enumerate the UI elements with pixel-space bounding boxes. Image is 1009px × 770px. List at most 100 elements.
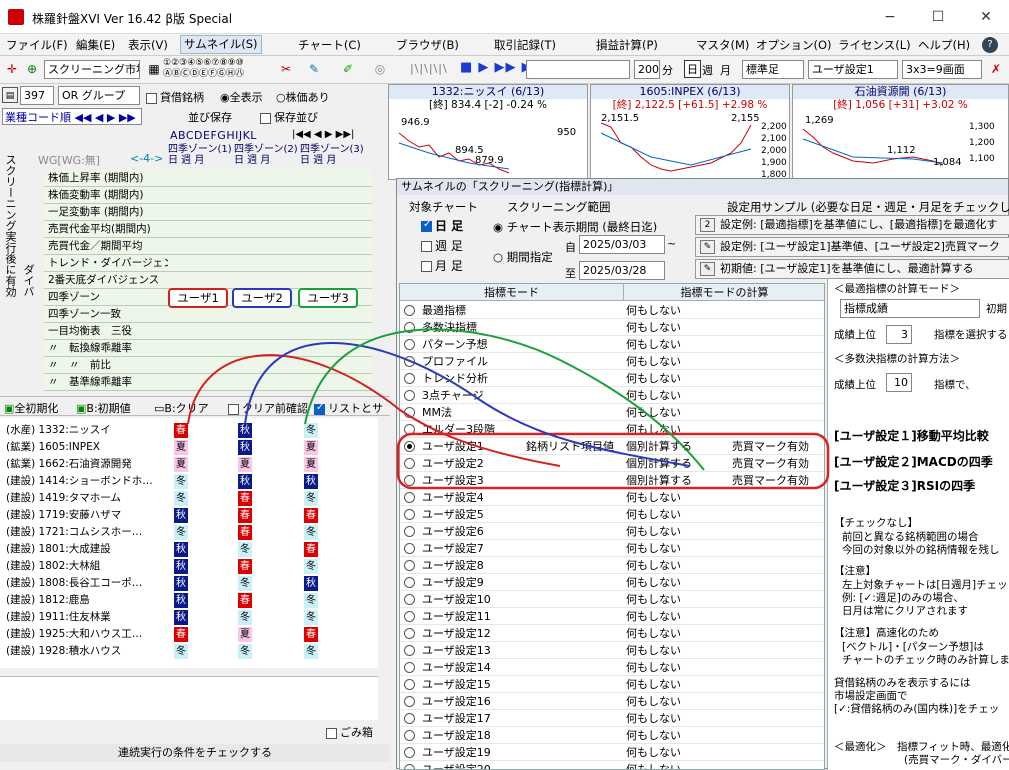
indicator-cells[interactable] xyxy=(168,374,372,391)
stock-row[interactable]: (建設) 1802:大林組 秋 春 冬 xyxy=(0,558,372,575)
menu-view[interactable]: 表示(V) xyxy=(128,37,168,53)
thumbnail-3[interactable]: 石油資源開 (6/13) [終] 1,056 [+31] +3.02 % 1,2… xyxy=(792,84,1009,180)
mode-radio[interactable] xyxy=(404,458,415,469)
user-setting-select[interactable]: ユーザ設定1 xyxy=(808,60,898,79)
indicator-cells[interactable] xyxy=(168,170,372,187)
close-button[interactable]: ✕ xyxy=(976,8,996,26)
mode-row[interactable]: ユーザ設定17 何もしない xyxy=(400,710,824,727)
chart-period-radio[interactable]: ◉ チャート表示期間 (最終日迄) xyxy=(493,219,657,235)
indicator-row[interactable]: 株価変動率 (期間内) xyxy=(44,187,168,204)
mode-radio[interactable] xyxy=(404,764,415,769)
mode-row[interactable]: 最適指標 何もしない xyxy=(400,302,824,319)
minimize-button[interactable]: − xyxy=(880,8,900,26)
mode-row[interactable]: ユーザ設定19 何もしない xyxy=(400,744,824,761)
stock-row[interactable]: (建設) 1419:タマホーム 冬 春 冬 xyxy=(0,490,372,507)
x-icon[interactable]: ✗ xyxy=(988,61,1004,77)
nav-arrows-icon[interactable]: |◀◀ ◀ ▶ ▶▶| xyxy=(292,129,354,140)
saved-sort-check[interactable]: 保存並び xyxy=(260,109,318,125)
week-check[interactable]: 週 足 xyxy=(421,237,463,254)
mode-radio[interactable] xyxy=(404,594,415,605)
stock-row[interactable]: (建設) 1414:ショーボンドホ… 冬 秋 秋 xyxy=(0,473,372,490)
mode-row[interactable]: ユーザ設定8 何もしない xyxy=(400,557,824,574)
stock-row[interactable]: (建設) 1801:大成建設 秋 冬 春 xyxy=(0,541,372,558)
mode-radio[interactable] xyxy=(404,747,415,758)
menu-browser[interactable]: ブラウザ(B) xyxy=(396,37,459,53)
mode-radio[interactable] xyxy=(404,475,415,486)
menu-option[interactable]: オプション(O) xyxy=(756,37,832,53)
crosshair-icon[interactable]: ✛ xyxy=(4,61,20,77)
indicator-cells[interactable] xyxy=(168,357,372,374)
mode-row[interactable]: ユーザ設定12 何もしない xyxy=(400,625,824,642)
mode-row[interactable]: トレンド分析 何もしない xyxy=(400,370,824,387)
indicator-row[interactable]: 株価上昇率 (期間内) xyxy=(44,170,168,187)
indicator-cells[interactable] xyxy=(168,272,372,289)
tool-icon[interactable]: ✂ xyxy=(278,61,294,77)
indicator-row[interactable]: 四季ゾーン一致 xyxy=(44,306,168,323)
trash-check[interactable]: ごみ箱 xyxy=(326,724,373,740)
mode-row[interactable]: プロファイル 何もしない xyxy=(400,353,824,370)
sort-select[interactable]: 業種コード順 ◀◀ ◀ ▶ ▶▶ xyxy=(2,108,142,125)
mode-row[interactable]: ユーザ設定6 何もしない xyxy=(400,523,824,540)
mode-radio[interactable] xyxy=(404,611,415,622)
mode-row[interactable]: ユーザ設定2 個別計算する 売買マーク有効 xyxy=(400,455,824,472)
indicator-row[interactable]: 〃 基準線乖離率 xyxy=(44,374,168,391)
menu-help[interactable]: ヘルプ(H) xyxy=(918,37,970,53)
indicator-cells[interactable] xyxy=(168,204,372,221)
day-button[interactable]: 日 xyxy=(684,60,701,78)
mode-row[interactable]: エルダー3段階 何もしない xyxy=(400,421,824,438)
user1-box[interactable]: ユーザ1 xyxy=(168,288,228,308)
menu-license[interactable]: ライセンス(L) xyxy=(838,37,911,53)
vote-rank-field[interactable]: 10 xyxy=(886,373,912,392)
stock-row[interactable]: (建設) 1925:大和ハウス工… 春 夏 春 xyxy=(0,626,372,643)
menu-chart[interactable]: チャート(C) xyxy=(298,37,361,53)
indicator-row[interactable]: 一目均衡表 三役 xyxy=(44,323,168,340)
alpha-buttons[interactable]: ABCDEFGHIJKL xyxy=(170,129,257,142)
memo-area[interactable] xyxy=(0,676,378,720)
brush-icon[interactable]: ✐ xyxy=(340,61,356,77)
mode-row[interactable]: ユーザ設定7 何もしない xyxy=(400,540,824,557)
mode-row[interactable]: ユーザ設定4 何もしない xyxy=(400,489,824,506)
mode-row[interactable]: ユーザ設定14 何もしない xyxy=(400,659,824,676)
stock-row[interactable]: (鉱業) 1605:INPEX 夏 秋 夏 xyxy=(0,439,372,456)
mode-row[interactable]: ユーザ設定1 銘柄リスト項目値 個別計算する 売買マーク有効 xyxy=(400,438,824,455)
maximize-button[interactable]: ☐ xyxy=(928,8,948,26)
mode-radio[interactable] xyxy=(404,322,415,333)
indicator-cells[interactable] xyxy=(168,238,372,255)
indicator-row[interactable]: 四季ゾーン xyxy=(44,289,168,306)
mode-radio[interactable] xyxy=(404,441,415,452)
thumbnail-2[interactable]: 1605:INPEX (6/13) [終] 2,122.5 [+61.5] +2… xyxy=(590,84,790,180)
stock-row[interactable]: (建設) 1928:積水ハウス 冬 冬 冬 xyxy=(0,643,372,660)
mode-radio[interactable] xyxy=(404,696,415,707)
user3-box[interactable]: ユーザ3 xyxy=(298,288,358,308)
week-button[interactable]: 週 xyxy=(702,62,713,78)
period-spec-radio[interactable]: ○ 期間指定 xyxy=(493,249,553,265)
paint-icon[interactable]: ✎ xyxy=(306,61,322,77)
indicator-row[interactable]: 売買代金平均(期間内) xyxy=(44,221,168,238)
day-check[interactable]: 日 足 xyxy=(421,217,463,234)
number-buttons[interactable]: ①②③④⑤⑥⑦⑧⑨⑩ xyxy=(163,58,244,68)
mode-row[interactable]: パターン予想 何もしない xyxy=(400,336,824,353)
mode-radio[interactable] xyxy=(404,713,415,724)
mode-row[interactable]: 多数決指標 何もしない xyxy=(400,319,824,336)
stock-row[interactable]: (建設) 1808:長谷工コーポ… 秋 冬 秋 xyxy=(0,575,372,592)
mode-radio[interactable] xyxy=(404,730,415,741)
sample1-button[interactable]: 2 設定例: [最適指標]を基準値にし、[最適指標]を最適化す xyxy=(695,215,1009,235)
month-button[interactable]: 月 xyxy=(720,62,731,78)
stock-row[interactable]: (鉱業) 1662:石油資源開発 夏 夏 夏 xyxy=(0,456,372,473)
stock-row[interactable]: (建設) 1812:鹿島 秋 春 冬 xyxy=(0,592,372,609)
letter-buttons[interactable]: ⒶⒷⒸⒹⒺⒻⒼⒽ㊇ xyxy=(163,69,244,79)
menu-pnl[interactable]: 損益計算(P) xyxy=(596,37,658,53)
indicator-row[interactable]: トレンド・ダイバージェンス xyxy=(44,255,168,272)
stock-row[interactable]: (水産) 1332:ニッスイ 春 秋 冬 xyxy=(0,422,372,439)
grid-icon[interactable]: ▦ xyxy=(146,61,162,77)
layout-select[interactable]: 3x3=9画面 xyxy=(902,60,982,79)
sample2-button[interactable]: ✎ 設定例: [ユーザ設定1]基準値、[ユーザ設定2]売買マーク xyxy=(695,237,1009,257)
step-back-icon[interactable]: |\|\|\|\ xyxy=(410,62,448,75)
mode-radio[interactable] xyxy=(404,543,415,554)
indicator-cells[interactable] xyxy=(168,340,372,357)
mode-radio[interactable] xyxy=(404,424,415,435)
menu-master[interactable]: マスタ(M) xyxy=(696,37,749,53)
mode-radio[interactable] xyxy=(404,390,415,401)
stock-row[interactable]: (建設) 1911:住友林業 秋 冬 冬 xyxy=(0,609,372,626)
menu-thumbnail[interactable]: サムネイル(S) xyxy=(180,35,262,54)
